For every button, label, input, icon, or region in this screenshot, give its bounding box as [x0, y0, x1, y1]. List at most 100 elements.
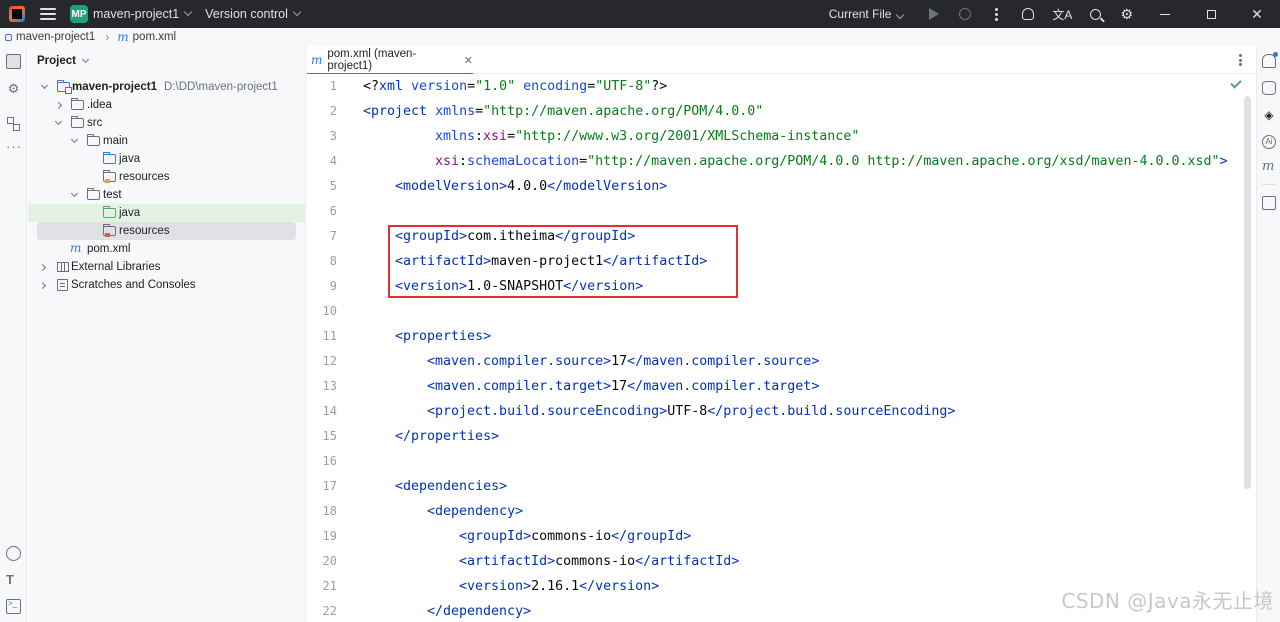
tree-item-idea[interactable]: .idea [28, 96, 306, 114]
line-number: 21 [322, 579, 337, 593]
close-button[interactable]: ✕ [1234, 0, 1280, 28]
tree-item-label: src [87, 117, 103, 129]
build-tool-icon[interactable]: T [6, 572, 21, 587]
more-tools-icon[interactable]: ··· [6, 140, 21, 157]
run-configuration-selector[interactable]: Current File [829, 7, 905, 21]
chevron-down-icon[interactable] [183, 7, 193, 17]
tree-item-label: pom.xml [87, 243, 131, 255]
code-line-1: <?xml version="1.0" encoding="UTF-8"?> [363, 79, 668, 94]
resources-folder-icon [103, 170, 116, 183]
translate-icon[interactable]: 文A [1052, 6, 1072, 23]
code-line-20: <artifactId>commons-io</artifactId> [459, 554, 740, 569]
tree-item-path: D:\DD\maven-project1 [164, 81, 278, 93]
vertical-scrollbar[interactable] [1244, 96, 1251, 489]
tree-item-pom[interactable]: m pom.xml [28, 240, 306, 258]
tree-item-test-resources[interactable]: resources [37, 222, 296, 240]
code-line-5: <modelVersion>4.0.0</modelVersion> [395, 179, 668, 194]
expand-arrow-icon[interactable] [70, 189, 79, 198]
maven-tool-icon[interactable]: m [1262, 160, 1276, 174]
expand-arrow-icon[interactable] [40, 81, 49, 90]
gear-icon[interactable]: ⚙ [1120, 7, 1133, 21]
code-line-4: xsi:schemaLocation="http://maven.apache.… [435, 154, 1228, 169]
tree-item-label: .idea [87, 99, 112, 111]
code-line-18: <dependency> [427, 504, 524, 519]
test-source-folder-icon [103, 206, 116, 218]
close-tab-icon[interactable]: ✕ [464, 54, 473, 67]
divider [1262, 184, 1276, 185]
ai-chat-icon[interactable]: Ai [1262, 135, 1276, 149]
expand-arrow-icon[interactable] [70, 135, 79, 144]
project-selector[interactable]: maven-project1 [93, 7, 179, 21]
project-panel: Project maven-project1 D:\DD\maven-projec… [28, 46, 306, 622]
maven-file-icon: m [117, 30, 129, 44]
maven-file-icon: m [311, 53, 323, 67]
code-line-3: xmlns:xsi="http://www.w3.org/2001/XMLSch… [435, 129, 860, 144]
tree-item-maven-project1[interactable]: maven-project1 D:\DD\maven-project1 [28, 78, 306, 96]
more-actions-icon[interactable] [995, 7, 999, 21]
minimize-button[interactable] [1142, 0, 1188, 28]
tree-item-external-libraries[interactable]: External Libraries [28, 258, 306, 276]
breadcrumb-file[interactable]: pom.xml [133, 31, 176, 43]
tab-pom-xml[interactable]: m pom.xml (maven-project1) ✕ [307, 46, 473, 75]
line-number: 2 [329, 104, 337, 118]
editor-tab-bar: m pom.xml (maven-project1) ✕ [307, 46, 1256, 75]
tree-item-main[interactable]: main [28, 132, 306, 150]
version-control-menu[interactable]: Version control [205, 7, 288, 21]
line-number: 1 [329, 79, 337, 93]
expand-arrow-icon[interactable] [38, 263, 47, 271]
watermark: CSDN @Java永无止境 [1061, 589, 1274, 613]
chevron-down-icon[interactable] [292, 7, 302, 17]
debug-icon[interactable] [959, 8, 972, 20]
library-icon [57, 262, 69, 272]
notifications-icon[interactable] [1262, 52, 1278, 68]
breadcrumb-module[interactable]: maven-project1 [16, 31, 95, 43]
ai-assistant-icon[interactable]: ◈ [1262, 108, 1276, 122]
breadcrumb: maven-project1 › m pom.xml [0, 28, 1280, 46]
line-number: 15 [322, 429, 337, 443]
tree-item-label: java [119, 153, 141, 165]
terminal-tool-icon[interactable]: >_ [6, 599, 21, 614]
tree-item-src[interactable]: src [28, 114, 306, 132]
line-number: 4 [329, 154, 337, 168]
no-problems-check-icon[interactable] [1230, 77, 1242, 89]
run-tool-icon[interactable] [6, 546, 21, 561]
tree-item-main-java[interactable]: java [28, 150, 306, 168]
tab-label: pom.xml (maven-project1) [327, 48, 417, 72]
breadcrumb-separator: › [105, 30, 110, 44]
code-editor[interactable]: 1 2 3 4 5 6 7 8 9 10 11 12 13 14 15 16 1… [307, 74, 1256, 622]
tab-options-icon[interactable] [1239, 54, 1242, 66]
line-number: 5 [329, 179, 337, 193]
intellij-logo-icon[interactable] [9, 6, 25, 22]
project-panel-header[interactable]: Project [37, 55, 90, 67]
tree-item-main-resources[interactable]: resources [28, 168, 306, 186]
expand-arrow-icon[interactable] [54, 117, 63, 126]
restore-button[interactable] [1188, 0, 1234, 28]
project-badge[interactable]: MP [70, 5, 88, 23]
code-with-me-icon[interactable] [1022, 8, 1035, 20]
tree-item-test[interactable]: test [28, 186, 306, 204]
tree-item-label: resources [119, 225, 170, 237]
structure-tool-icon[interactable] [6, 116, 21, 131]
line-number-gutter: 1 2 3 4 5 6 7 8 9 10 11 12 13 14 15 16 1… [307, 74, 357, 622]
search-icon[interactable] [1090, 8, 1102, 20]
source-folder-icon [103, 152, 116, 164]
code-line-22: </dependency> [427, 604, 532, 619]
tree-item-label: External Libraries [71, 261, 161, 273]
tree-item-label: maven-project1 [72, 81, 158, 93]
code-line-19: <groupId>commons-io</groupId> [459, 529, 692, 544]
title-bar: MP maven-project1 Version control Curren… [0, 0, 1280, 28]
database-icon[interactable] [1262, 81, 1276, 95]
tree-item-test-java[interactable]: java [28, 204, 306, 222]
services-tool-icon[interactable]: ⚙ [6, 81, 21, 96]
project-panel-title: Project [37, 55, 76, 67]
main-menu-icon[interactable] [40, 8, 56, 20]
tree-item-scratches[interactable]: Scratches and Consoles [28, 276, 306, 294]
run-icon[interactable] [929, 8, 940, 20]
expand-arrow-icon[interactable] [38, 281, 47, 289]
project-tool-icon[interactable] [6, 54, 21, 69]
bookmarks-icon[interactable] [1262, 196, 1276, 210]
line-number: 12 [322, 354, 337, 368]
chevron-down-icon[interactable] [81, 55, 90, 63]
expand-arrow-icon[interactable] [54, 101, 63, 109]
tree-item-label: Scratches and Consoles [71, 279, 196, 291]
